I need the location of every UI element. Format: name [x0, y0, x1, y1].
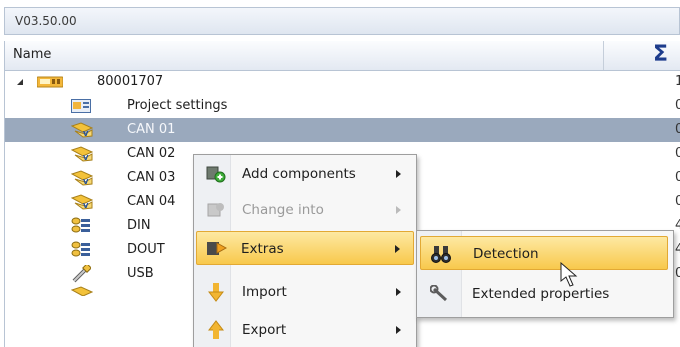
digital-input-icon [71, 217, 90, 233]
change-into-icon [207, 203, 224, 217]
submenu-arrow-icon [396, 326, 401, 334]
name-column-header[interactable]: Name [13, 47, 51, 62]
can-interface-icon: V [71, 170, 93, 186]
mouse-pointer-icon [560, 262, 578, 287]
tree-row-label: Project settings [127, 98, 228, 113]
submenu-arrow-icon [395, 245, 400, 253]
add-component-icon [206, 166, 226, 183]
menu-item-export[interactable]: Export [196, 313, 414, 347]
tree-root-row[interactable]: 80001707 19 [5, 70, 680, 94]
device-module-icon [37, 76, 63, 88]
version-label: V03.50.00 [4, 7, 680, 35]
menu-item-label: Import [242, 284, 287, 300]
tree-row-can-01[interactable]: V CAN 01 0 [5, 118, 680, 142]
tree-root-label: 80001707 [97, 74, 164, 89]
tree-row-label: CAN 02 [127, 146, 176, 161]
submenu-arrow-icon [396, 206, 401, 214]
menu-item-label: Change into [242, 202, 324, 218]
column-separator[interactable] [603, 41, 604, 70]
submenu-arrow-icon [396, 288, 401, 296]
menu-item-extras[interactable]: Extras [196, 231, 414, 265]
tree-row-count: 0 [675, 266, 680, 281]
import-arrow-icon [208, 283, 224, 302]
tree-row-label: DIN [127, 218, 151, 233]
tree-row-label: USB [127, 266, 154, 281]
svg-text:V: V [83, 130, 89, 138]
tree-row-count: 0 [675, 194, 680, 209]
tree-root-count: 19 [675, 74, 680, 89]
menu-item-import[interactable]: Import [196, 275, 414, 309]
settings-icon [71, 99, 91, 113]
tree-row-count: 0 [675, 98, 680, 113]
context-menu: Add components Change into Extras Import… [193, 154, 417, 347]
can-interface-icon [71, 286, 93, 296]
extras-submenu: Detection Extended properties [416, 230, 674, 318]
menu-item-label: Extended properties [472, 286, 610, 302]
submenu-arrow-icon [396, 170, 401, 178]
tree-row-label: CAN 04 [127, 194, 176, 209]
menu-item-label: Export [242, 322, 287, 338]
tree-row-count: 4 [675, 242, 680, 257]
wrench-icon [430, 285, 448, 302]
tree-row-label: CAN 03 [127, 170, 176, 185]
expand-arrow-icon[interactable] [17, 79, 23, 85]
svg-text:V: V [83, 154, 89, 162]
tree-row-count: 4 [675, 218, 680, 233]
can-interface-icon: V [71, 146, 93, 162]
svg-text:V: V [83, 202, 89, 210]
sum-column-header[interactable]: Σ [653, 42, 668, 68]
tree-row-project-settings[interactable]: Project settings 0 [5, 94, 680, 118]
can-interface-icon: V [71, 194, 93, 210]
tree-row-label: CAN 01 [127, 122, 176, 137]
export-arrow-icon [208, 320, 224, 339]
menu-item-detection[interactable]: Detection [420, 236, 668, 270]
binoculars-icon [431, 246, 451, 263]
menu-item-label: Detection [473, 246, 539, 262]
tree-row-count: 0 [675, 122, 680, 137]
menu-item-label: Add components [242, 166, 356, 182]
digital-output-icon [71, 241, 90, 257]
menu-item-add-components[interactable]: Add components [196, 157, 414, 191]
menu-item-label: Extras [241, 241, 284, 257]
tree-row-label: DOUT [127, 242, 165, 257]
can-interface-icon: V [71, 122, 93, 138]
application-window: V03.50.00 Name Σ 80001707 19 [0, 0, 680, 347]
svg-text:V: V [83, 178, 89, 186]
tree-row-count: 0 [675, 170, 680, 185]
tree-row-count: 0 [675, 146, 680, 161]
tree-header: Name Σ [5, 41, 680, 71]
menu-item-extended-properties[interactable]: Extended properties [420, 277, 668, 311]
menu-item-change-into[interactable]: Change into [196, 193, 414, 227]
extras-icon [207, 242, 227, 255]
usb-icon [72, 265, 91, 283]
